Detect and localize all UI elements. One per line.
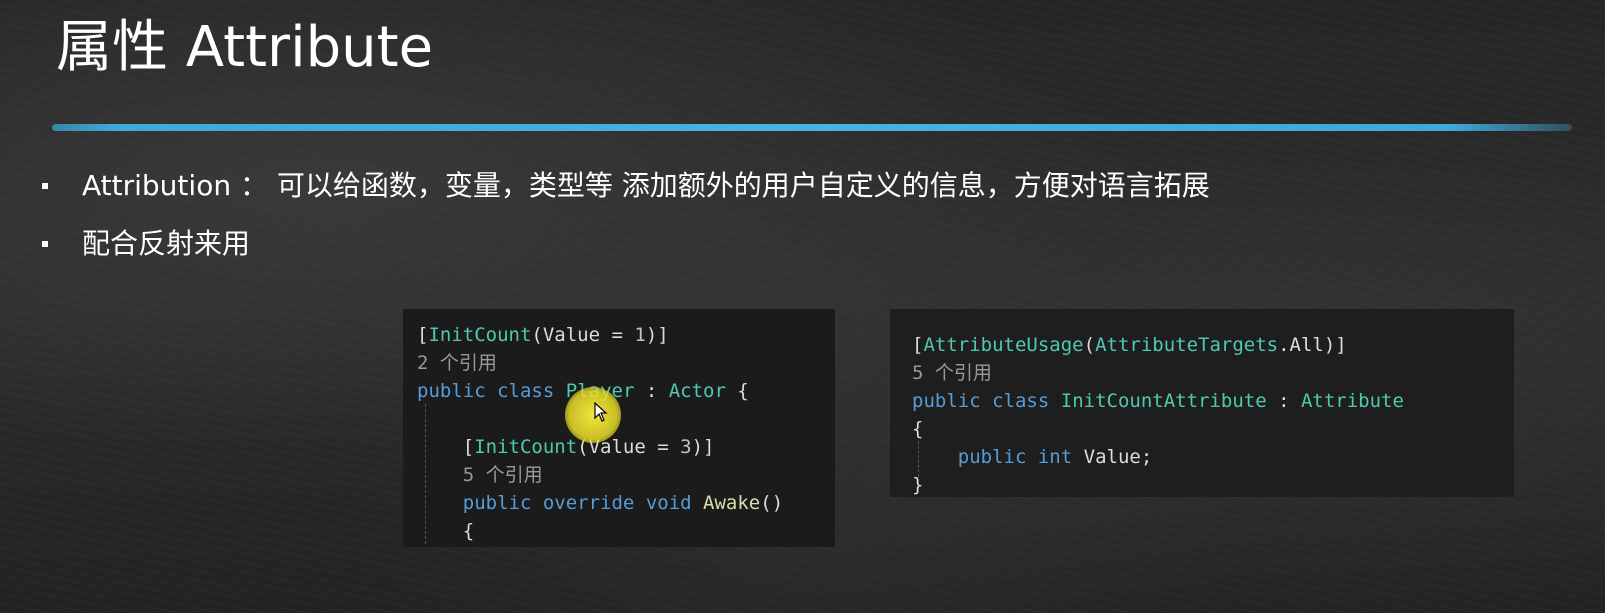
code-keyword: void xyxy=(645,492,692,514)
code-text: { xyxy=(725,380,749,402)
code-line: 5 个引用 xyxy=(417,461,543,489)
code-text: [ xyxy=(417,436,475,458)
code-text: { xyxy=(912,418,924,440)
code-line: { xyxy=(912,415,923,443)
code-reference-count: 5 个引用 xyxy=(912,362,992,384)
code-snippet-initcount-attribute: [AttributeUsage(AttributeTargets.All)] 5… xyxy=(890,309,1514,497)
code-line: 5 个引用 xyxy=(912,359,992,387)
code-type-name: AttributeTargets xyxy=(1095,334,1279,356)
bullet-square-icon xyxy=(42,241,48,247)
bullet-text: Attribution ： 可以给函数，变量，类型等 添加额外的用户自定义的信息… xyxy=(82,169,1210,202)
code-line: [InitCount(Value = 3)] xyxy=(417,433,715,461)
code-reference-count: 2 个引用 xyxy=(417,352,497,374)
slide-title: 属性 Attribute xyxy=(56,15,434,80)
cursor-highlight xyxy=(565,387,621,443)
bullet-square-icon xyxy=(42,183,48,189)
code-line: { xyxy=(417,517,474,545)
code-line: public class InitCountAttribute : Attrib… xyxy=(912,387,1404,415)
code-line: } xyxy=(912,471,923,497)
code-type-name: InitCountAttribute xyxy=(1060,390,1267,412)
code-keyword: public xyxy=(912,390,981,412)
code-keyword: public xyxy=(957,446,1027,468)
code-text: : xyxy=(634,380,669,402)
mouse-pointer-icon xyxy=(594,402,608,422)
code-text: ( xyxy=(1083,334,1096,356)
code-text: [ xyxy=(912,334,924,356)
code-text: )] xyxy=(691,436,715,458)
code-keyword: int xyxy=(1037,446,1073,468)
bullet-text: 配合反射来用 xyxy=(82,227,251,260)
code-keyword: public xyxy=(417,380,486,402)
code-type-name: InitCount xyxy=(428,324,532,346)
code-text: )] xyxy=(645,324,669,346)
code-line: [AttributeUsage(AttributeTargets.All)] xyxy=(912,331,1347,359)
code-type-name: AttributeUsage xyxy=(923,334,1084,356)
code-text: [ xyxy=(417,324,429,346)
code-type-name: Actor xyxy=(668,380,726,402)
code-text: Value; xyxy=(1072,446,1153,468)
code-type-name: InitCount xyxy=(474,436,578,458)
code-text: .All)] xyxy=(1278,334,1347,356)
code-snippet-player-class: [InitCount(Value = 1)] 2 个引用 public clas… xyxy=(403,309,835,547)
code-reference-count: 5 个引用 xyxy=(417,464,543,486)
code-number: 3 xyxy=(680,436,692,458)
code-text: : xyxy=(1266,390,1301,412)
code-text: (Value = xyxy=(531,324,635,346)
code-text: () xyxy=(760,492,784,514)
code-function-name: Awake xyxy=(703,492,761,514)
code-keyword: public xyxy=(462,492,532,514)
code-keyword: class xyxy=(497,380,555,402)
code-number: 1 xyxy=(634,324,646,346)
code-line: public override void Awake() xyxy=(417,489,783,517)
code-line: [InitCount(Value = 1)] xyxy=(417,321,669,349)
title-underline xyxy=(52,124,1572,131)
code-text: } xyxy=(912,474,924,496)
code-line: 2 个引用 xyxy=(417,349,497,377)
code-line: public int Value; xyxy=(912,443,1153,471)
code-text: { xyxy=(417,520,475,542)
code-keyword: override xyxy=(542,492,635,514)
code-type-name: Attribute xyxy=(1300,390,1404,412)
code-keyword: class xyxy=(992,390,1050,412)
